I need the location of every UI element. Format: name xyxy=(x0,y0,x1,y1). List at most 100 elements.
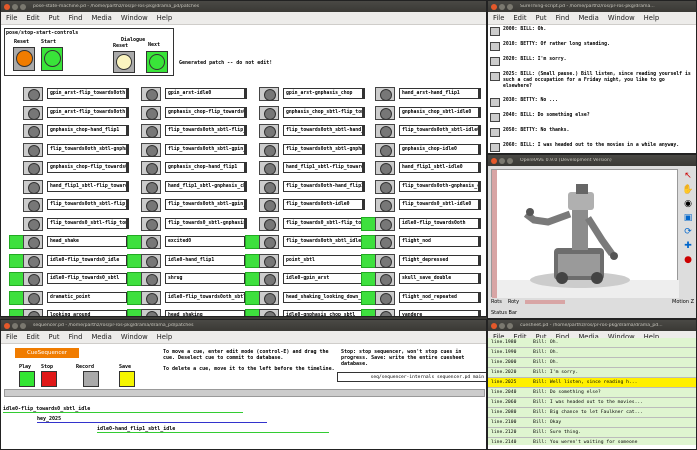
minimize-icon[interactable] xyxy=(12,3,18,10)
cue-row[interactable]: line.2025 Bill: Well listen, since readin… xyxy=(488,378,696,388)
pose-bang-button[interactable] xyxy=(259,235,279,249)
stop-button[interactable] xyxy=(41,371,57,387)
hand-icon[interactable]: ✋ xyxy=(682,185,693,195)
cue-row[interactable]: line.2080 Bill: Big chance to let Faulkne… xyxy=(488,408,696,418)
line-bang-button[interactable] xyxy=(490,143,500,152)
minimize-icon[interactable] xyxy=(499,322,505,329)
close-icon[interactable] xyxy=(4,3,10,10)
close-icon[interactable] xyxy=(4,322,10,329)
menu-media[interactable]: Media xyxy=(91,14,111,22)
pose-message[interactable]: idle0-gpin_arst xyxy=(283,273,365,284)
timeline-bar[interactable] xyxy=(4,389,485,397)
cue-row[interactable]: line.2100 Bill: Okay xyxy=(488,418,696,428)
pose-message[interactable]: shrug xyxy=(165,273,247,284)
title-bar[interactable]: pose-state-machine.pd - /home/parthz/ros… xyxy=(1,1,486,12)
pose-message[interactable]: dramatic_point xyxy=(47,291,129,303)
pose-message[interactable]: flip_towards0oth_sbtl_idle0 xyxy=(283,236,365,247)
pose-bang-button[interactable] xyxy=(23,309,43,316)
title-bar[interactable]: OpenRAVE 0.9.0 (Development Version) xyxy=(488,155,696,166)
record-button[interactable] xyxy=(83,371,99,387)
minimize-icon[interactable] xyxy=(499,157,505,164)
pose-message[interactable]: flip_towards0_sbtl-idle0 xyxy=(399,199,481,210)
pose-bang-button[interactable] xyxy=(23,142,43,157)
dialogue-reset-button[interactable] xyxy=(113,51,135,73)
pose-message[interactable]: gnphasis_chop-hand_flip1 xyxy=(47,125,129,136)
camera-icon[interactable]: ◉ xyxy=(684,199,692,209)
pose-message[interactable]: flip_towards0oth_sbtl-gpin_arst xyxy=(165,143,247,155)
pose-bang-button[interactable] xyxy=(141,198,161,212)
close-icon[interactable] xyxy=(491,3,497,10)
menu-file[interactable]: File xyxy=(6,14,17,22)
pose-message[interactable]: hand_flip1_sbtl-gnphasis_chop xyxy=(165,180,247,192)
line-bang-button[interactable] xyxy=(490,57,500,66)
pose-bang-button[interactable] xyxy=(23,161,43,175)
pose-message[interactable]: flip_towards0oth_sbtl-flip_towards0 xyxy=(47,199,129,210)
pose-bang-button[interactable] xyxy=(375,216,395,231)
pose-bang-button[interactable] xyxy=(375,198,395,212)
menu-media[interactable]: Media xyxy=(578,14,598,22)
minimize-icon[interactable] xyxy=(499,3,505,10)
menu-find[interactable]: Find xyxy=(69,14,83,22)
pose-bang-button[interactable] xyxy=(259,124,279,138)
pose-bang-button[interactable] xyxy=(23,290,43,305)
pose-bang-button[interactable] xyxy=(259,253,279,268)
save-button[interactable] xyxy=(119,371,135,387)
rotate-icon[interactable]: ⟳ xyxy=(684,227,692,237)
next-button[interactable] xyxy=(146,51,168,73)
close-icon[interactable] xyxy=(491,157,497,164)
left-slider[interactable] xyxy=(492,170,497,298)
pose-bang-button[interactable] xyxy=(259,161,279,175)
maximize-icon[interactable] xyxy=(507,157,513,164)
pose-bang-button[interactable] xyxy=(375,309,395,316)
pose-message[interactable]: gnphasis_chop-idle0 xyxy=(399,143,481,155)
start-button[interactable] xyxy=(41,47,63,71)
pose-message[interactable]: idle0-flip_towards0oth_sbtl xyxy=(165,291,247,303)
pose-message[interactable]: gpin_arst-flip_towards0oth xyxy=(47,106,129,118)
pose-message[interactable]: idle0-flip_towards0_sbtl xyxy=(47,273,129,284)
maximize-icon[interactable] xyxy=(507,322,513,329)
menu-put[interactable]: Put xyxy=(49,333,60,341)
record-icon[interactable]: ● xyxy=(684,255,692,265)
pose-message[interactable]: flip_towards0oth_sbtl-hand_fli xyxy=(283,125,365,136)
pose-message[interactable]: gpin_arst-idle0 xyxy=(165,88,247,99)
menu-put[interactable]: Put xyxy=(49,14,60,22)
pose-message[interactable]: skull_save_double xyxy=(399,273,481,284)
menu-help[interactable]: Help xyxy=(157,14,173,22)
pose-message[interactable]: idle0-flip_towards0_idle xyxy=(47,254,129,266)
pose-bang-button[interactable] xyxy=(141,87,161,101)
menu-window[interactable]: Window xyxy=(608,14,635,22)
pose-message[interactable]: flight_nod_repeated xyxy=(399,291,481,303)
pose-bang-button[interactable] xyxy=(141,290,161,305)
pose-message[interactable]: flip_towards0_sbtl-gnphasis_cs xyxy=(165,217,247,229)
pose-bang-button[interactable] xyxy=(259,87,279,101)
pose-bang-button[interactable] xyxy=(375,253,395,268)
pose-message[interactable]: hand_flip1_sbtl-idle0 xyxy=(399,162,481,173)
pose-bang-button[interactable] xyxy=(375,87,395,101)
pose-message[interactable]: looking_around xyxy=(47,310,129,316)
3d-viewport[interactable] xyxy=(491,169,679,298)
menu-find[interactable]: Find xyxy=(556,14,570,22)
pose-bang-button[interactable] xyxy=(141,309,161,316)
pose-message[interactable]: gnphasis_chop_sbtl-idle0 xyxy=(399,106,481,118)
pose-message[interactable]: flip_towards0_sbtl-flip_towards0 xyxy=(47,217,129,229)
pose-bang-button[interactable] xyxy=(23,124,43,138)
pose-bang-button[interactable] xyxy=(375,272,395,286)
title-bar[interactable]: sequencer.pd - /home/parthz/ros/pr-ros-p… xyxy=(1,320,486,331)
pose-message[interactable]: flip_towards0oth_sbtl-gnphasis xyxy=(47,143,129,155)
menu-help[interactable]: Help xyxy=(644,14,660,22)
pose-bang-button[interactable] xyxy=(375,142,395,157)
pose-message[interactable]: flip_towards0oth-gnphasis_c xyxy=(399,180,481,192)
line-bang-button[interactable] xyxy=(490,98,500,107)
roty-slider[interactable] xyxy=(525,300,566,304)
axes-icon[interactable]: ✚ xyxy=(684,241,692,251)
pose-bang-button[interactable] xyxy=(259,216,279,231)
cue-row[interactable]: line.2040 Bill: Do something else? xyxy=(488,388,696,398)
pose-message[interactable]: idle0-hand_flip1 xyxy=(165,254,247,266)
pose-bang-button[interactable] xyxy=(259,142,279,157)
menu-put[interactable]: Put xyxy=(536,14,547,22)
cue-row[interactable]: line.2060 Bill: I was headed out to the m… xyxy=(488,398,696,408)
pose-bang-button[interactable] xyxy=(23,235,43,249)
menu-file[interactable]: File xyxy=(493,14,504,22)
pose-bang-button[interactable] xyxy=(141,105,161,120)
pose-bang-button[interactable] xyxy=(259,179,279,194)
